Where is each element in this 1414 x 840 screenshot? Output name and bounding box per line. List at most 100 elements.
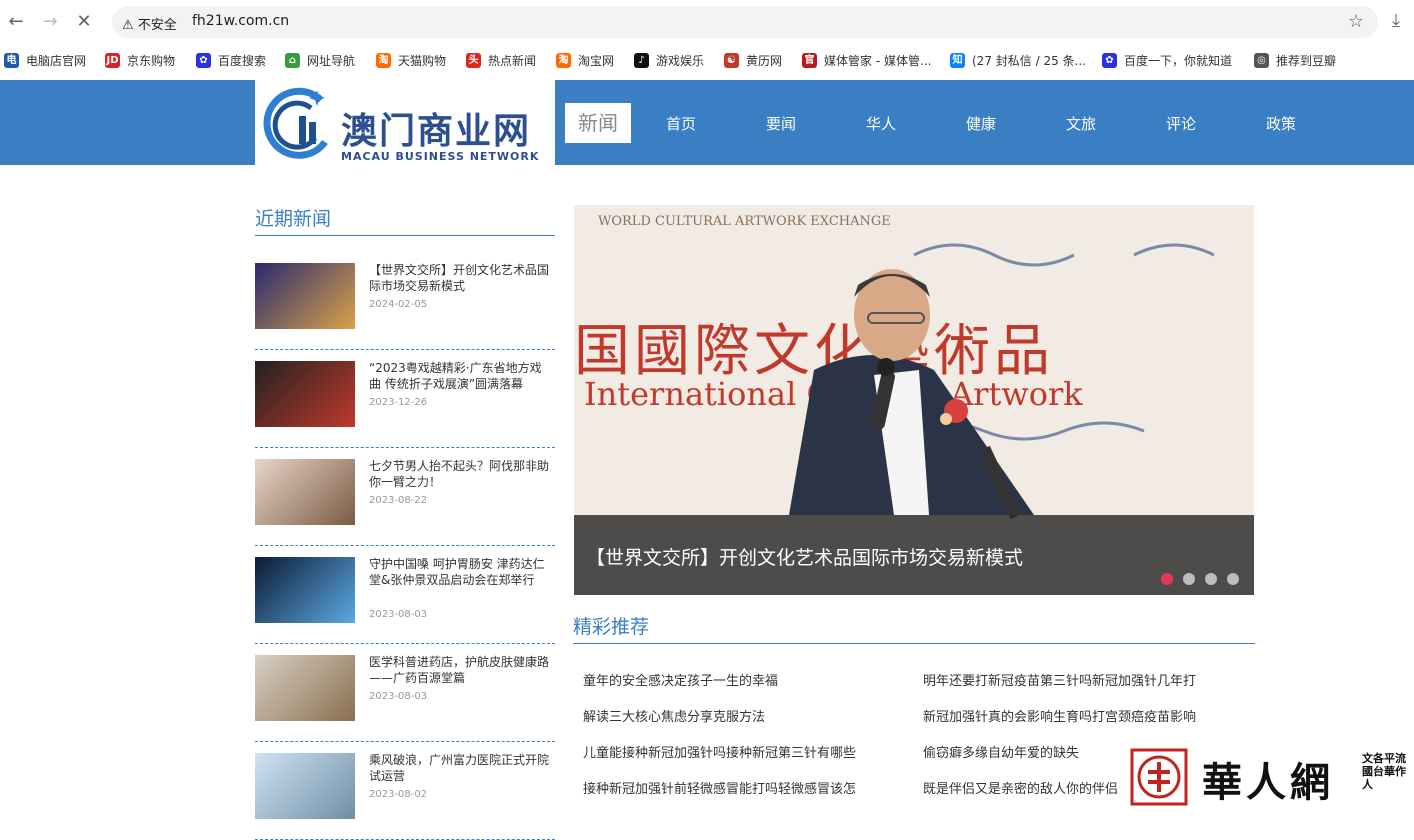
- news-title[interactable]: 乘风破浪，广州富力医院正式开院试运营: [369, 752, 549, 784]
- hero-banner-en: WORLD CULTURAL ARTWORK EXCHANGE: [598, 214, 891, 229]
- news-thumbnail[interactable]: [255, 263, 355, 329]
- recommended-link[interactable]: 既是伴侣又是亲密的敌人你的伴侣: [923, 778, 1118, 797]
- bookmark-item[interactable]: ♪ 游戏娱乐: [634, 50, 704, 70]
- news-list-item[interactable]: 【世界文交所】开创文化艺术品国际市场交易新模式 2024-02-05: [255, 252, 555, 350]
- bookmark-item[interactable]: JD 京东购物: [105, 50, 175, 70]
- news-thumbnail[interactable]: [255, 361, 355, 427]
- nav-item[interactable]: 文旅: [1066, 113, 1096, 134]
- logo-mark-icon: [263, 87, 328, 159]
- bookmark-label: (27 封私信 / 25 条...: [972, 53, 1086, 68]
- slide-dot-1[interactable]: [1161, 573, 1173, 585]
- news-date: 2024-02-05: [369, 299, 428, 310]
- slide-dot-2[interactable]: [1183, 573, 1195, 585]
- download-icon[interactable]: ⤓: [1392, 10, 1400, 31]
- bookmark-favicon-icon: 知: [950, 52, 965, 68]
- stop-close-icon[interactable]: ✕: [72, 10, 96, 34]
- news-title[interactable]: 【世界文交所】开创文化艺术品国际市场交易新模式: [369, 262, 549, 294]
- bookmark-favicon-icon: 淘: [376, 52, 391, 68]
- url-text[interactable]: fh21w.com.cn: [192, 13, 289, 29]
- bookmark-favicon-icon: JD: [105, 52, 120, 68]
- bookmark-favicon-icon: ✿: [1102, 52, 1117, 68]
- news-thumbnail[interactable]: [255, 557, 355, 623]
- bookmark-item[interactable]: 淘淘宝网: [556, 50, 614, 70]
- bookmark-item[interactable]: 淘天猫购物: [376, 50, 446, 70]
- slide-dot-4[interactable]: [1227, 573, 1239, 585]
- recommended-title: 精彩推荐: [573, 616, 650, 638]
- bookmark-item[interactable]: 官媒体管家 - 媒体管...: [802, 50, 931, 70]
- recent-news-title: 近期新闻: [255, 208, 332, 230]
- news-date: 2023-08-02: [369, 789, 428, 800]
- bookmark-item[interactable]: ⌂ 网址导航: [285, 50, 355, 70]
- bookmark-label: 淘宝网: [578, 53, 615, 68]
- news-list-item[interactable]: “2023粤戏越精彩·广东省地方戏曲 传统折子戏展演”圆满落幕 2023-12-2…: [255, 350, 555, 448]
- news-list-item[interactable]: 守护中国嗓 呵护胃肠安 津药达仁堂&张仲景双品启动会在郑举行 2023-08-03: [255, 546, 555, 644]
- bookmark-favicon-icon: ☯: [724, 52, 739, 68]
- nav-item[interactable]: 评论: [1166, 113, 1196, 134]
- bookmark-label: 推荐到豆瓣: [1276, 53, 1337, 68]
- nav-item[interactable]: 华人: [866, 113, 896, 134]
- news-thumbnail[interactable]: [255, 655, 355, 721]
- recommended-link[interactable]: 解读三大核心焦虑分享克服方法: [583, 706, 765, 725]
- address-bar[interactable]: ⚠ 不安全 fh21w.com.cn ☆: [112, 6, 1378, 38]
- bookmark-label: 媒体管家 - 媒体管...: [824, 53, 932, 68]
- recommended-link[interactable]: 儿童能接种新冠加强针吗接种新冠第三针有哪些: [583, 742, 856, 761]
- bookmark-item[interactable]: 电电脑店官网: [4, 50, 86, 70]
- bookmark-label: 百度一下，你就知道: [1124, 53, 1233, 68]
- news-title[interactable]: 七夕节男人抬不起头？阿伐那非助你一臂之力！: [369, 458, 549, 490]
- news-title[interactable]: 医学科普进药店，护航皮肤健康路——广药百源堂篇: [369, 654, 549, 686]
- news-thumbnail[interactable]: [255, 753, 355, 819]
- forward-arrow-icon[interactable]: →: [38, 10, 62, 34]
- bookmark-favicon-icon: 电: [4, 52, 19, 68]
- star-icon[interactable]: ☆: [1348, 11, 1364, 32]
- bookmarks-bar: 电电脑店官网 JD 京东购物 ✿ 百度搜索 ⌂ 网址导航淘天猫购物头热点新闻淘淘宝网 ♪ 游戏娱…: [0, 46, 1414, 74]
- bookmark-item[interactable]: ✿ 百度一下，你就知道: [1102, 50, 1232, 70]
- bookmark-label: 热点新闻: [488, 53, 537, 68]
- news-title[interactable]: 守护中国嗓 呵护胃肠安 津药达仁堂&张仲景双品启动会在郑举行: [369, 556, 549, 588]
- not-secure-label[interactable]: ⚠ 不安全: [122, 14, 177, 33]
- bookmark-favicon-icon: 头: [466, 52, 481, 68]
- back-arrow-icon[interactable]: ←: [4, 10, 28, 34]
- recommended-link[interactable]: 新冠加强针真的会影响生育吗打宫颈癌疫苗影响: [923, 706, 1196, 725]
- bookmark-item[interactable]: ☯ 黄历网: [724, 50, 782, 70]
- recent-news-divider: [255, 235, 555, 236]
- watermark-text: 華人網: [1202, 759, 1334, 806]
- recommended-divider: [573, 643, 1255, 644]
- bookmark-favicon-icon: ◎: [1254, 52, 1269, 68]
- news-date: 2023-08-03: [369, 609, 428, 620]
- slide-dot-3[interactable]: [1205, 573, 1217, 585]
- news-list-item[interactable]: 七夕节男人抬不起头？阿伐那非助你一臂之力！ 2023-08-22: [255, 448, 555, 546]
- hero-caption[interactable]: 【世界文交所】开创文化艺术品国际市场交易新模式: [586, 543, 1023, 570]
- nav-item[interactable]: 要闻: [766, 113, 796, 134]
- bookmark-label: 游戏娱乐: [656, 53, 705, 68]
- nav-item[interactable]: 健康: [966, 113, 996, 134]
- bookmark-favicon-icon: 淘: [556, 52, 571, 68]
- browser-toolbar: ← → ✕ ⚠ 不安全 fh21w.com.cn ☆ ⤓: [0, 0, 1414, 44]
- news-thumbnail[interactable]: [255, 459, 355, 525]
- nav-item[interactable]: 首页: [666, 113, 696, 134]
- news-title[interactable]: “2023粤戏越精彩·广东省地方戏曲 传统折子戏展演”圆满落幕: [369, 360, 549, 392]
- bookmark-favicon-icon: ⌂: [285, 52, 300, 68]
- bookmark-item[interactable]: ◎ 推荐到豆瓣: [1254, 50, 1336, 70]
- nav-item[interactable]: 政策: [1266, 113, 1296, 134]
- bookmark-favicon-icon: ✿: [196, 52, 211, 68]
- site-logo[interactable]: 澳门商业网 MACAU BUSINESS NETWORK: [255, 80, 555, 165]
- watermark-seal-icon: [1130, 748, 1188, 806]
- news-list-item[interactable]: 乘风破浪，广州富力医院正式开院试运营 2023-08-02: [255, 742, 555, 840]
- bookmark-item[interactable]: 头热点新闻: [466, 50, 536, 70]
- hero-slider[interactable]: WORLD CULTURAL ARTWORK EXCHANGE 国國際文化藝術品…: [574, 205, 1254, 595]
- hero-caption-bar[interactable]: 【世界文交所】开创文化艺术品国际市场交易新模式: [574, 515, 1254, 595]
- site-header: 澳门商业网 MACAU BUSINESS NETWORK 新闻 首页 要闻 华人 健康…: [0, 80, 1414, 165]
- recommended-link[interactable]: 童年的安全感决定孩子一生的幸福: [583, 670, 778, 689]
- bookmark-favicon-icon: 官: [802, 52, 817, 68]
- bookmark-label: 黄历网: [746, 53, 783, 68]
- bookmark-item[interactable]: 知 (27 封私信 / 25 条...: [950, 50, 1086, 70]
- bookmark-item[interactable]: ✿ 百度搜索: [196, 50, 266, 70]
- news-list-item[interactable]: 医学科普进药店，护航皮肤健康路——广药百源堂篇 2023-08-03: [255, 644, 555, 742]
- news-date: 2023-12-26: [369, 397, 428, 408]
- recommended-link[interactable]: 偷窃癖多缘自幼年爱的缺失: [923, 742, 1079, 761]
- recommended-link[interactable]: 明年还要打新冠疫苗第三针吗新冠加强针几年打: [923, 670, 1196, 689]
- bookmark-favicon-icon: ♪: [634, 52, 649, 68]
- recommended-link[interactable]: 接种新冠加强针前轻微感冒能打吗轻微感冒该怎: [583, 778, 856, 797]
- nav-news-active[interactable]: 新闻: [565, 103, 631, 143]
- bookmark-label: 天猫购物: [398, 53, 447, 68]
